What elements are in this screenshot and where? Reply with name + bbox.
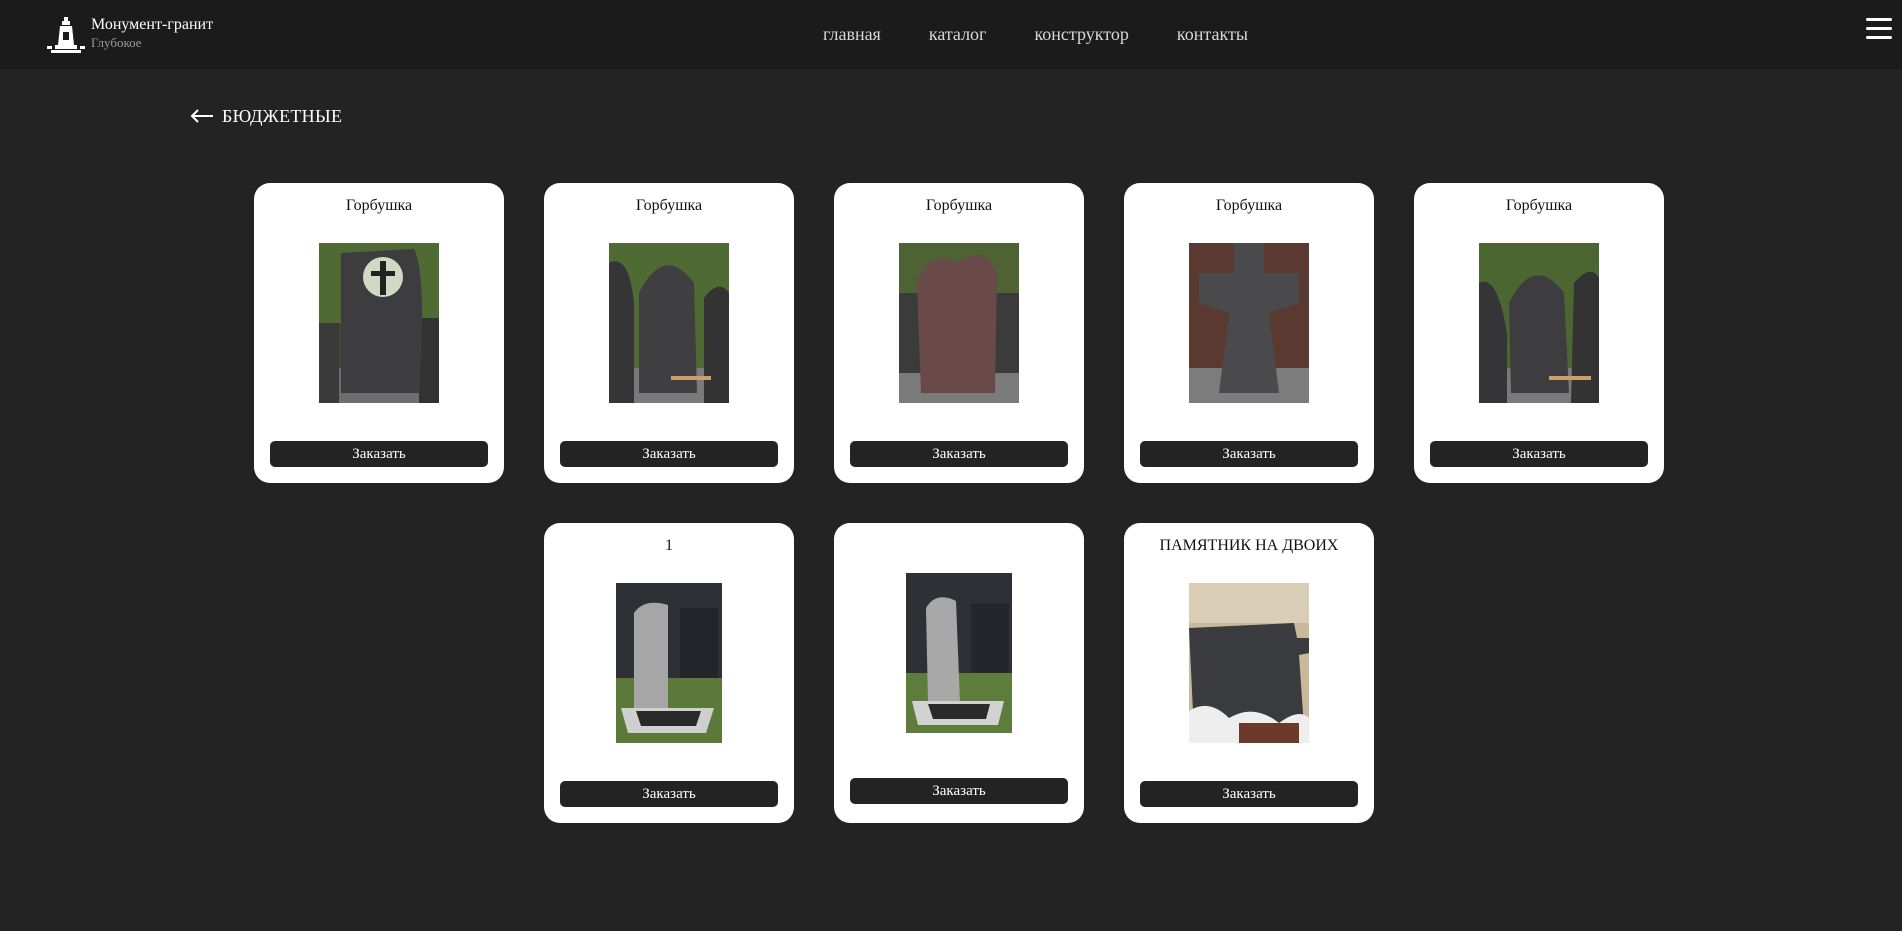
product-card[interactable]: Горбушка Заказать: [1124, 183, 1374, 483]
product-title: ПАМЯТНИК НА ДВОИХ: [1159, 537, 1339, 554]
product-card[interactable]: Горбушка Заказать: [254, 183, 504, 483]
order-button[interactable]: Заказать: [1430, 441, 1648, 467]
brand-subtitle: Глубокое: [91, 35, 142, 50]
category-title: БЮДЖЕТНЫЕ: [222, 105, 343, 126]
product-photo[interactable]: [609, 243, 729, 403]
burger-line: [1866, 27, 1892, 30]
burger-line: [1866, 36, 1892, 39]
product-card[interactable]: Заказать: [834, 523, 1084, 823]
hamburger-menu-icon[interactable]: [1866, 18, 1892, 40]
product-title: Горбушка: [1215, 197, 1283, 214]
nav-item-contacts[interactable]: контакты: [1177, 24, 1248, 45]
product-title: Горбушка: [925, 197, 993, 214]
nav-item-home[interactable]: главная: [823, 24, 881, 45]
order-button[interactable]: Заказать: [270, 441, 488, 467]
product-photo[interactable]: [899, 243, 1019, 403]
order-button[interactable]: Заказать: [560, 781, 778, 807]
product-photo[interactable]: [1189, 243, 1309, 403]
order-button[interactable]: Заказать: [850, 778, 1068, 804]
product-card[interactable]: 1 Заказать: [544, 523, 794, 823]
order-button[interactable]: Заказать: [560, 441, 778, 467]
site-header: Монумент-гранит Глубокое главная каталог…: [0, 0, 1902, 69]
back-link[interactable]: БЮДЖЕТНЫЕ: [190, 104, 342, 128]
product-photo[interactable]: [319, 243, 439, 403]
burger-line: [1866, 18, 1892, 21]
product-photo[interactable]: [1189, 583, 1309, 743]
product-title: Горбушка: [1505, 197, 1573, 214]
product-card[interactable]: Горбушка Заказать: [544, 183, 794, 483]
product-card[interactable]: Горбушка Заказать: [1414, 183, 1664, 483]
product-title: Горбушка: [635, 197, 703, 214]
brand-title: Монумент-гранит: [91, 16, 214, 33]
order-button[interactable]: Заказать: [850, 441, 1068, 467]
product-card[interactable]: ПАМЯТНИК НА ДВОИХ Заказать: [1124, 523, 1374, 823]
product-card[interactable]: Горбушка Заказать: [834, 183, 1084, 483]
order-button[interactable]: Заказать: [1140, 441, 1358, 467]
brand-logo[interactable]: Монумент-гранит Глубокое: [45, 15, 213, 55]
nav-item-constructor[interactable]: конструктор: [1034, 24, 1128, 45]
product-title: 1: [665, 537, 673, 554]
arrow-left-icon: [190, 109, 213, 123]
nav-item-catalog[interactable]: каталог: [929, 24, 987, 45]
main-nav: главная каталог конструктор контакты: [823, 24, 1296, 45]
product-photo[interactable]: [1479, 243, 1599, 403]
order-button[interactable]: Заказать: [1140, 781, 1358, 807]
product-photo[interactable]: [906, 573, 1012, 733]
product-photo[interactable]: [616, 583, 722, 743]
product-title: Горбушка: [345, 197, 413, 214]
monument-logo-icon: [47, 17, 85, 53]
